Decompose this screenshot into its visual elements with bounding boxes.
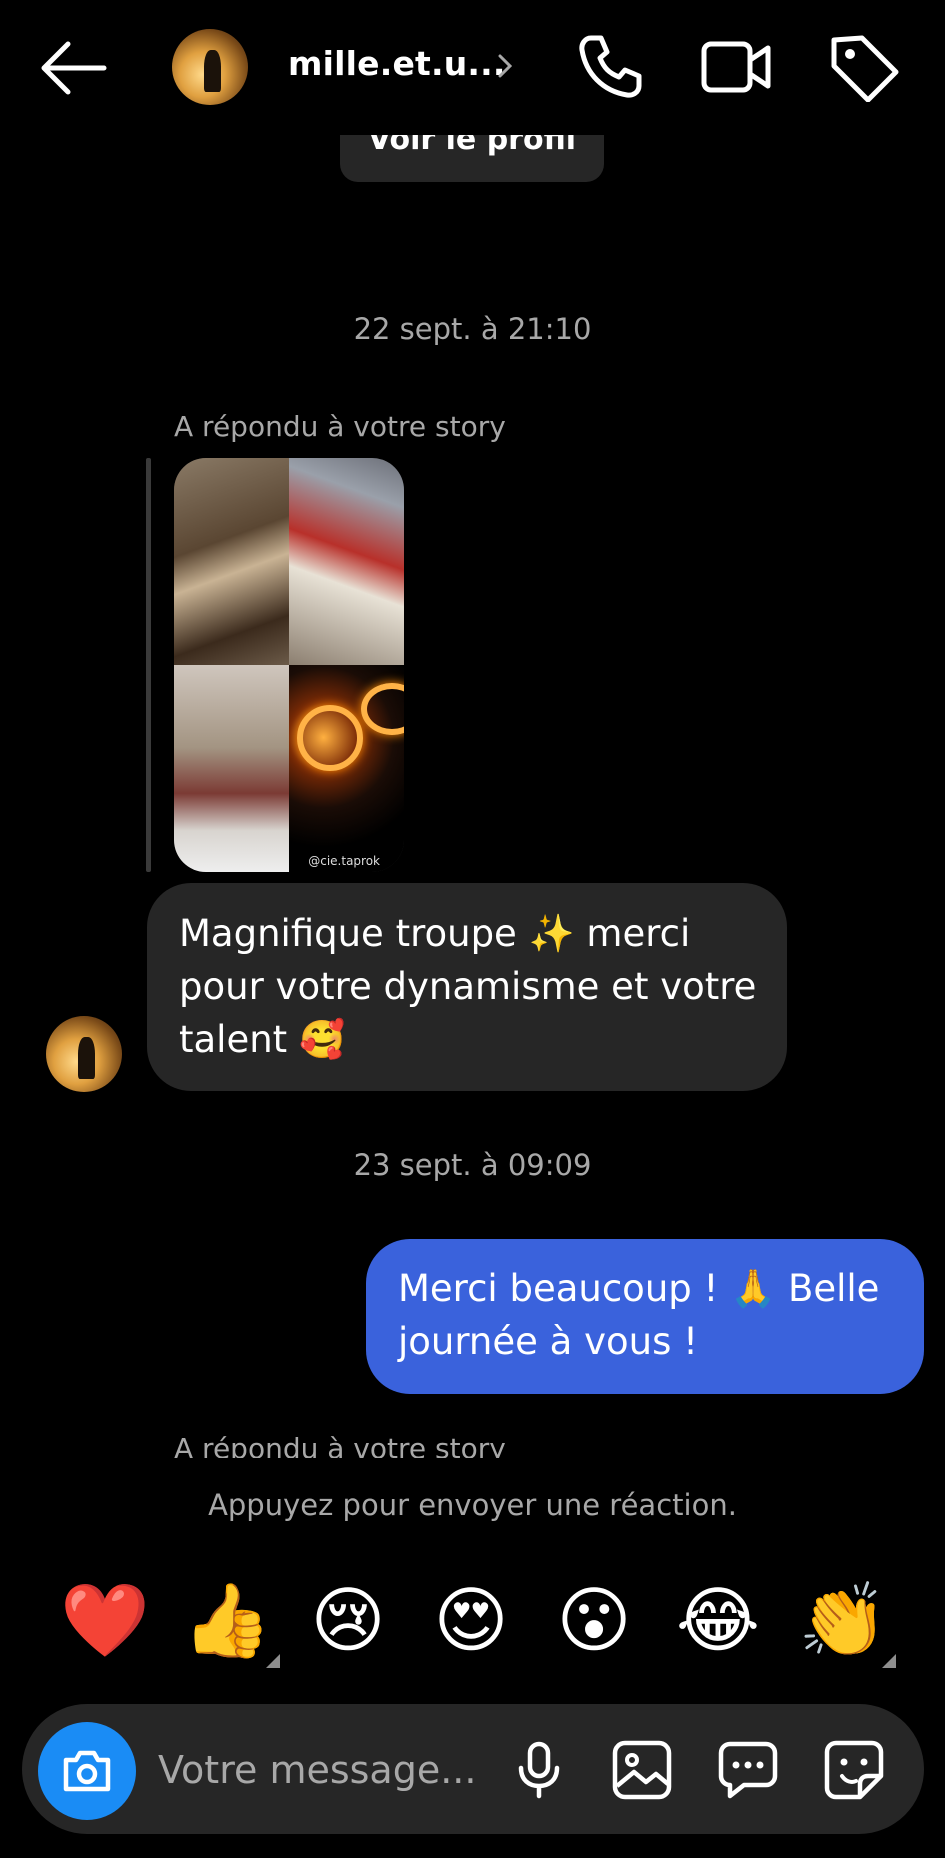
story-photo-tile: [289, 458, 404, 665]
story-photo-tile: [174, 458, 289, 665]
reaction-clapping[interactable]: 👏: [798, 1577, 888, 1663]
phone-icon[interactable]: [575, 32, 645, 102]
story-photo-tile: [289, 665, 404, 872]
reaction-crying[interactable]: 😢: [305, 1577, 391, 1663]
timestamp: 22 sept. à 21:10: [353, 312, 592, 346]
reaction-more-indicator: [266, 1654, 280, 1668]
reaction-heart-eyes[interactable]: 😍: [428, 1577, 514, 1663]
tag-icon[interactable]: [828, 32, 900, 102]
timestamp: 23 sept. à 09:09: [353, 1148, 592, 1182]
reaction-heart[interactable]: ❤️: [60, 1577, 150, 1663]
camera-icon: [63, 1750, 111, 1792]
sticker-icon[interactable]: [822, 1738, 886, 1802]
story-reply-label: A répondu à votre story: [174, 1432, 506, 1458]
reaction-surprised[interactable]: 😮: [551, 1577, 637, 1663]
story-thumbnail[interactable]: @cie.taprok: [174, 458, 404, 872]
outgoing-message-text: Merci beaucoup ! 🙏 Belle journée à vous …: [398, 1267, 880, 1363]
sender-avatar[interactable]: [46, 1016, 122, 1092]
reaction-more-indicator: [882, 1654, 896, 1668]
contact-avatar[interactable]: [172, 29, 248, 105]
story-reply-label: A répondu à votre story: [174, 410, 506, 443]
incoming-message-text: Magnifique troupe ✨ merci pour votre dyn…: [179, 912, 757, 1061]
video-camera-icon[interactable]: [700, 36, 772, 98]
chat-bubble-icon[interactable]: [716, 1738, 780, 1802]
story-photo-tile: [174, 665, 289, 872]
story-credit: @cie.taprok: [308, 854, 380, 868]
chevron-right-icon[interactable]: [494, 48, 518, 84]
message-input[interactable]: [158, 1742, 478, 1798]
reaction-laughing[interactable]: 😂: [675, 1577, 761, 1663]
camera-button[interactable]: [38, 1722, 136, 1820]
back-arrow-icon[interactable]: [38, 38, 108, 98]
microphone-icon[interactable]: [507, 1738, 571, 1802]
contact-username[interactable]: mille.et.u...: [288, 44, 506, 83]
gallery-icon[interactable]: [610, 1738, 674, 1802]
reply-indicator-line: [146, 458, 151, 872]
reaction-hint: Appuyez pour envoyer une réaction.: [208, 1488, 737, 1522]
reaction-thumbs-up[interactable]: 👍: [182, 1577, 272, 1663]
